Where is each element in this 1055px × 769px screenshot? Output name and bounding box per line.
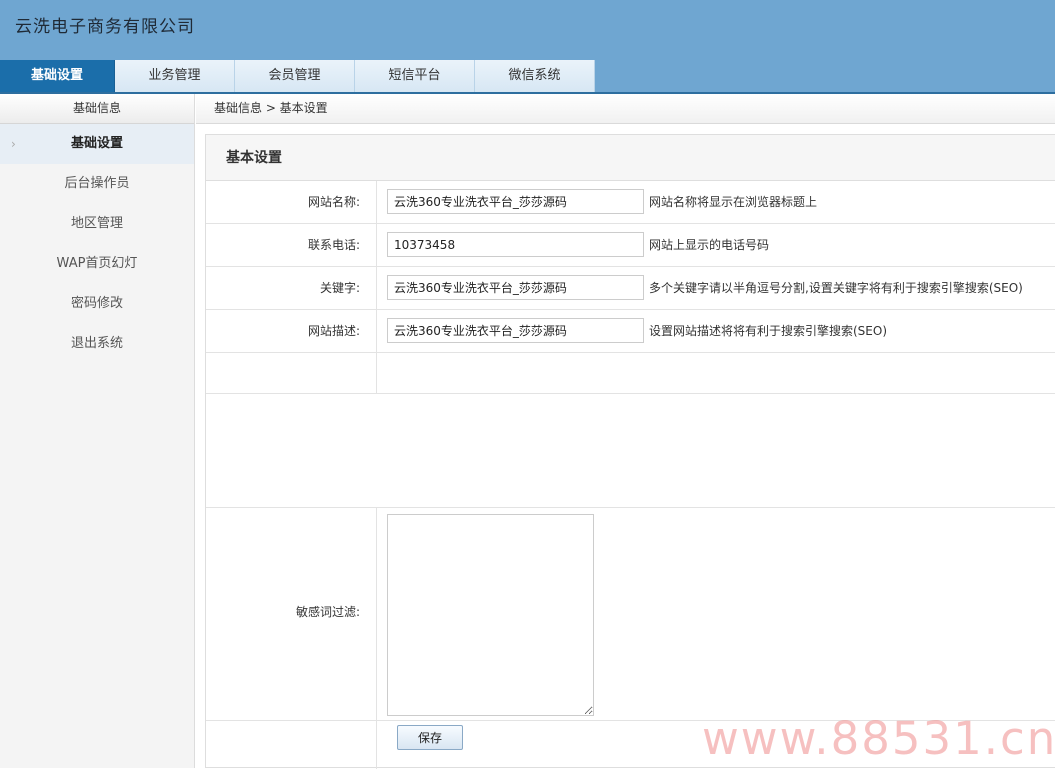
- phone-input[interactable]: [387, 232, 644, 257]
- blank-label-cell: [206, 353, 377, 393]
- tab-wechat[interactable]: 微信系统: [475, 60, 595, 92]
- form-row-description: 网站描述: 设置网站描述将将有利于搜索引擎搜索(SEO): [206, 310, 1055, 353]
- tab-basic-settings[interactable]: 基础设置: [0, 60, 115, 92]
- form-row-phone: 联系电话: 网站上显示的电话号码: [206, 224, 1055, 267]
- blank-row: [206, 353, 1055, 508]
- header: 云洗电子商务有限公司 基础设置 业务管理 会员管理 短信平台 微信系统: [0, 0, 1055, 94]
- site-name-input[interactable]: [387, 189, 644, 214]
- settings-panel: 基本设置 网站名称: 网站名称将显示在浏览器标题上 联系电话: 网站上显示的电话…: [205, 134, 1055, 769]
- description-hint: 设置网站描述将将有利于搜索引擎搜索(SEO): [649, 324, 888, 338]
- phone-hint: 网站上显示的电话号码: [649, 238, 770, 252]
- site-name-hint: 网站名称将显示在浏览器标题上: [649, 195, 818, 209]
- sidebar-item-label: 退出系统: [70, 336, 123, 351]
- phone-label: 联系电话:: [206, 224, 377, 266]
- form-row-site-name: 网站名称: 网站名称将显示在浏览器标题上: [206, 181, 1055, 224]
- sidebar-item-wap-slides[interactable]: WAP首页幻灯: [0, 244, 194, 284]
- sidebar-item-logout[interactable]: 退出系统: [0, 324, 194, 364]
- sensitive-words-label: 敏感词过滤:: [206, 508, 377, 720]
- sidebar-item-regions[interactable]: 地区管理: [0, 204, 194, 244]
- sidebar-item-operators[interactable]: 后台操作员: [0, 164, 194, 204]
- brand-title: 云洗电子商务有限公司: [15, 17, 195, 37]
- save-button[interactable]: 保存: [397, 725, 463, 750]
- chevron-right-icon: ›: [11, 137, 16, 151]
- row-divider: [206, 393, 1055, 394]
- actions-label-cell: [206, 721, 377, 769]
- sensitive-words-textarea[interactable]: [387, 514, 594, 716]
- form-row-keywords: 关键字: 多个关键字请以半角逗号分割,设置关键字将有利于搜索引擎搜索(SEO): [206, 267, 1055, 310]
- sidebar-item-label: 地区管理: [70, 216, 123, 231]
- breadcrumb: 基础信息 > 基本设置: [196, 94, 1055, 124]
- site-name-label: 网站名称:: [206, 181, 377, 223]
- sidebar-item-password[interactable]: 密码修改: [0, 284, 194, 324]
- sidebar-item-basic-settings[interactable]: › 基础设置: [0, 124, 194, 164]
- form-row-sensitive-words: 敏感词过滤:: [206, 508, 1055, 721]
- sidebar-item-label: WAP首页幻灯: [56, 256, 138, 271]
- panel-title: 基本设置: [206, 135, 1055, 181]
- sidebar-item-label: 密码修改: [70, 296, 123, 311]
- tab-business[interactable]: 业务管理: [115, 60, 235, 92]
- sidebar-title: 基础信息: [0, 94, 194, 124]
- sidebar-menu: › 基础设置 后台操作员 地区管理 WAP首页幻灯 密码修改 退出系统: [0, 124, 194, 364]
- watermark-text: www.88531.cn: [702, 712, 1055, 765]
- sidebar-item-label: 基础设置: [70, 136, 123, 151]
- keywords-label: 关键字:: [206, 267, 377, 309]
- sidebar: 基础信息 › 基础设置 后台操作员 地区管理 WAP首页幻灯 密码修改 退出系统: [0, 94, 195, 768]
- description-input[interactable]: [387, 318, 644, 343]
- keywords-hint: 多个关键字请以半角逗号分割,设置关键字将有利于搜索引擎搜索(SEO): [649, 281, 1023, 295]
- tab-members[interactable]: 会员管理: [235, 60, 355, 92]
- top-nav: 基础设置 业务管理 会员管理 短信平台 微信系统: [0, 60, 595, 92]
- keywords-input[interactable]: [387, 275, 644, 300]
- tab-sms[interactable]: 短信平台: [355, 60, 475, 92]
- sidebar-item-label: 后台操作员: [64, 176, 130, 191]
- description-label: 网站描述:: [206, 310, 377, 352]
